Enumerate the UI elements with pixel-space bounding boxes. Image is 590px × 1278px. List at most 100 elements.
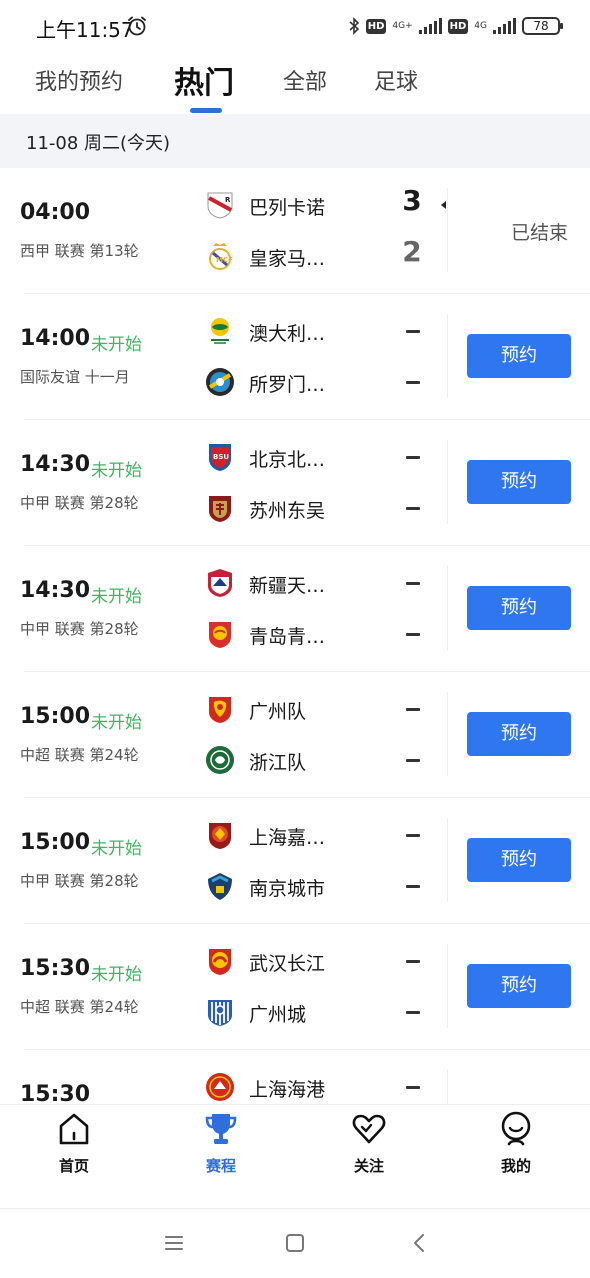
home-team-logo <box>205 316 235 346</box>
match-status: 未开始 <box>91 965 142 985</box>
winner-indicator-icon <box>441 201 446 209</box>
home-score-dash <box>406 960 420 963</box>
home-team-logo <box>205 1072 235 1102</box>
away-team-name: 浙江队 <box>249 752 307 774</box>
home-score-dash <box>406 708 420 711</box>
match-time: 14:30 <box>20 578 91 603</box>
match-time: 04:00 <box>20 200 91 225</box>
match-row[interactable]: 14:00 未开始 国际友谊 十一月 澳大利… 所罗门… 预约 <box>0 294 590 420</box>
home-team-logo: BSU <box>205 442 235 472</box>
reserve-button[interactable]: 预约 <box>467 712 571 756</box>
nav-home[interactable]: 首页 <box>24 1105 124 1209</box>
home-team-logo <box>205 694 235 724</box>
battery-icon: 78 <box>522 17 563 35</box>
home-team-logo: R <box>205 190 235 220</box>
tab-hot[interactable]: 热门 <box>174 58 234 102</box>
match-row[interactable]: 14:30 未开始 中甲 联赛 第28轮 新疆天… 青岛青… 预约 <box>0 546 590 672</box>
away-team-logo <box>205 997 235 1027</box>
nav-follow-label: 关注 <box>353 1157 384 1175</box>
away-score-dash <box>406 633 420 636</box>
match-ended-label: 已结束 <box>511 222 569 244</box>
column-separator <box>447 566 448 650</box>
tab-my-reservations[interactable]: 我的预约 <box>35 64 123 96</box>
home-team-logo <box>205 568 235 598</box>
match-time: 14:30 <box>20 452 91 477</box>
match-league: 中甲 联赛 第28轮 <box>20 872 139 890</box>
match-time: 15:30 <box>20 956 91 981</box>
match-row[interactable]: 15:00 未开始 中超 联赛 第24轮 广州队 浙江队 预约 <box>0 672 590 798</box>
away-score-dash <box>406 1011 420 1014</box>
hd-badge: HD <box>365 18 387 34</box>
network-label: 4G+ <box>392 21 413 31</box>
tab-football[interactable]: 足球 <box>374 64 418 96</box>
home-team-logo <box>205 820 235 850</box>
home-team-name: 上海嘉… <box>249 827 326 849</box>
home-score: 3 <box>402 184 422 217</box>
match-status: 未开始 <box>91 335 142 355</box>
column-separator <box>447 944 448 1028</box>
nav-home-label: 首页 <box>58 1157 89 1175</box>
top-tabs: 我的预约 热门 全部 足球 <box>0 52 590 114</box>
match-status: 未开始 <box>91 713 142 733</box>
reserve-button[interactable]: 预约 <box>467 334 571 378</box>
away-team-logo <box>205 367 235 397</box>
svg-text:MCF: MCF <box>216 256 233 264</box>
nav-schedule[interactable]: 赛程 <box>171 1105 271 1209</box>
column-separator <box>447 188 448 272</box>
heart-icon <box>352 1114 386 1144</box>
column-separator <box>447 440 448 524</box>
match-row[interactable]: 04:00 西甲 联赛 第13轮 R 巴列卡诺 3 MCF 皇家马… 2 已结束 <box>0 168 590 294</box>
home-team-name: 北京北… <box>249 449 326 471</box>
network-label-2: 4G <box>474 21 487 31</box>
nav-schedule-label: 赛程 <box>205 1157 236 1175</box>
away-team-name: 广州城 <box>249 1004 307 1026</box>
menu-icon[interactable] <box>162 1231 186 1255</box>
reserve-button[interactable]: 预约 <box>467 586 571 630</box>
home-score-dash <box>406 1086 420 1089</box>
signal-strength-icon-2 <box>493 18 516 34</box>
battery-level: 78 <box>533 19 549 33</box>
match-row[interactable]: 14:30 未开始 中甲 联赛 第28轮 BSU 北京北… 苏州东吴 预约 <box>0 420 590 546</box>
match-league: 中甲 联赛 第28轮 <box>20 494 139 512</box>
profile-icon <box>501 1111 531 1146</box>
svg-text:R: R <box>225 196 231 204</box>
match-row[interactable]: 15:00 未开始 中甲 联赛 第28轮 上海嘉… 南京城市 预约 <box>0 798 590 924</box>
hd-badge-2: HD <box>447 18 469 34</box>
status-indicators: HD 4G+ HD 4G 78 <box>348 14 563 38</box>
away-score-dash <box>406 885 420 888</box>
match-time: 15:00 <box>20 830 91 855</box>
home-team-logo <box>205 946 235 976</box>
away-score: 2 <box>402 235 422 268</box>
away-score-dash <box>406 507 420 510</box>
away-team-name: 南京城市 <box>249 878 326 900</box>
trophy-icon <box>205 1114 237 1144</box>
match-list[interactable]: 04:00 西甲 联赛 第13轮 R 巴列卡诺 3 MCF 皇家马… 2 已结束 14:00 未开始… <box>0 168 590 1104</box>
away-team-logo <box>205 871 235 901</box>
home-score-dash <box>406 834 420 837</box>
home-team-name: 新疆天… <box>249 575 326 597</box>
column-separator <box>447 314 448 398</box>
reserve-button[interactable]: 预约 <box>467 838 571 882</box>
reserve-button[interactable]: 预约 <box>467 460 571 504</box>
match-time: 15:00 <box>20 704 91 729</box>
home-square-icon[interactable] <box>283 1231 307 1255</box>
match-league: 中甲 联赛 第28轮 <box>20 620 139 638</box>
reserve-button[interactable]: 预约 <box>467 964 571 1008</box>
alarm-clock-icon <box>128 16 146 36</box>
column-separator <box>447 818 448 902</box>
away-team-name: 所罗门… <box>249 374 326 396</box>
signal-strength-icon <box>418 18 442 34</box>
home-team-name: 广州队 <box>249 701 307 723</box>
status-time: 上午11:57 <box>36 18 134 42</box>
nav-follow[interactable]: 关注 <box>319 1105 419 1209</box>
date-label: 11-08 周二(今天) <box>26 133 171 154</box>
nav-mine[interactable]: 我的 <box>466 1105 566 1209</box>
match-row[interactable]: 15:30 未开始 中超 联赛 第24轮 武汉长江 广州城 预约 <box>0 924 590 1050</box>
date-header: 11-08 周二(今天) <box>0 114 590 168</box>
away-team-logo <box>205 493 235 523</box>
match-row[interactable]: 15:30 上海海港 <box>0 1050 590 1104</box>
status-bar: 上午11:57 HD 4G+ HD 4G 78 <box>0 0 590 52</box>
tab-all[interactable]: 全部 <box>283 64 327 96</box>
svg-text:BSU: BSU <box>213 453 229 461</box>
back-icon[interactable] <box>408 1231 432 1255</box>
